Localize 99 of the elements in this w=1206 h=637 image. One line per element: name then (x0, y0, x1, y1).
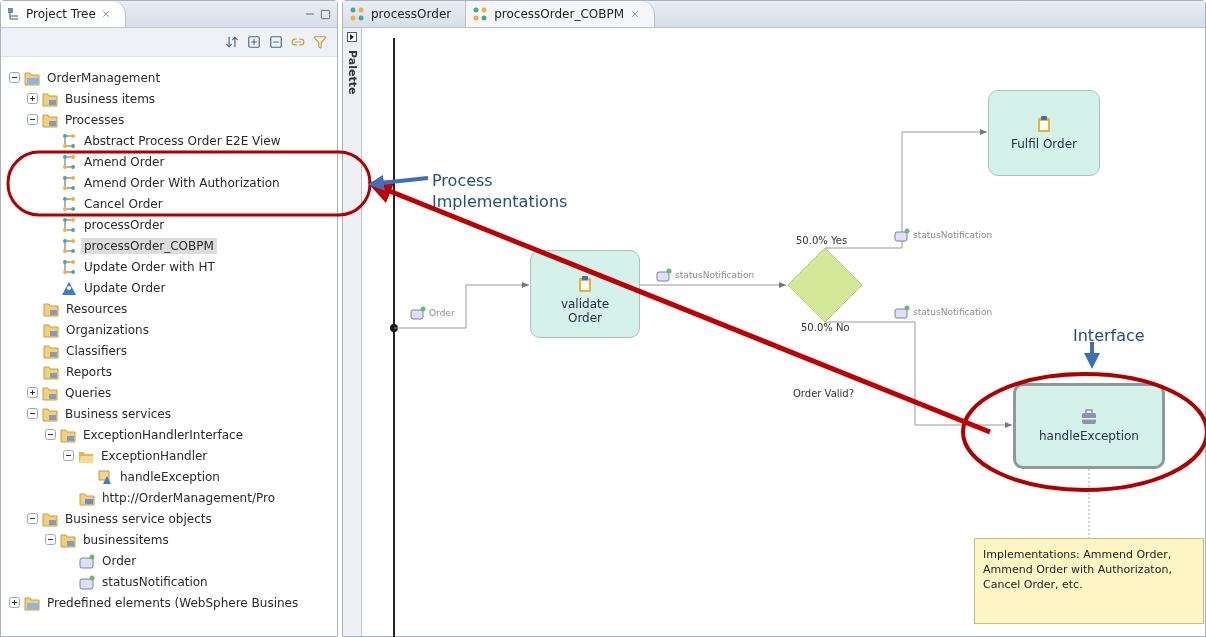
tree-item[interactable]: Resources (63, 300, 131, 317)
expand-arrow-icon[interactable] (347, 32, 357, 42)
close-icon[interactable] (630, 9, 641, 19)
data-label: statusNotification (913, 307, 993, 317)
callout-label: Interface (1073, 325, 1145, 346)
folder-icon (42, 405, 58, 422)
tree-item[interactable]: processOrder (81, 216, 168, 233)
process-icon (61, 174, 77, 191)
close-icon[interactable] (100, 9, 111, 19)
task-node[interactable]: validate Order (530, 250, 640, 338)
clipboard-icon (1037, 115, 1051, 133)
project-folder-icon (24, 69, 40, 86)
expand-toggle[interactable] (27, 387, 38, 398)
process-icon (61, 237, 77, 254)
expand-all-icon[interactable] (247, 35, 261, 49)
data-label: statusNotification (675, 270, 755, 280)
editor-tab[interactable]: processOrder_COBPM (466, 1, 656, 27)
data-label: Order (429, 308, 455, 318)
branch-label: 50.0% Yes (796, 235, 848, 246)
tree-item[interactable]: Amend Order With Authorization (81, 174, 283, 191)
decision-label: Order Valid? (793, 388, 854, 399)
tree-item[interactable]: http://OrderManagement/Pro (99, 489, 278, 506)
folder-icon (42, 111, 58, 128)
maximize-icon[interactable] (320, 8, 331, 20)
operation-icon (97, 468, 113, 485)
node-label: Fulfil Order (1011, 137, 1077, 151)
data-object-icon (410, 306, 426, 320)
callout-arrow (1084, 342, 1100, 369)
tree-item[interactable]: Business items (62, 90, 159, 107)
collapse-toggle[interactable] (45, 429, 56, 440)
collapse-toggle[interactable] (27, 513, 38, 524)
folder-icon (43, 300, 59, 317)
process-icon (472, 6, 489, 22)
tree-item[interactable]: Business services (62, 405, 174, 422)
node-label: validate Order (559, 297, 611, 325)
project-tree-tab[interactable]: Project Tree (1, 1, 126, 27)
data-object-icon (79, 552, 95, 569)
collapse-toggle[interactable] (63, 450, 74, 461)
tree-item[interactable]: processOrder_COBPM (81, 237, 217, 254)
start-dot (390, 324, 398, 332)
briefcase-icon (1081, 409, 1097, 425)
folder-icon (42, 510, 58, 527)
task-node[interactable]: Fulfil Order (988, 90, 1100, 176)
tree-item[interactable]: Business service objects (62, 510, 215, 527)
data-label: statusNotification (913, 230, 993, 240)
tree-item[interactable]: businessitems (80, 531, 172, 548)
folder-icon (42, 384, 58, 401)
tree-item[interactable]: Cancel Order (81, 195, 166, 212)
note: Implementations: Ammend Order, Ammend Order with Authorizaton, Cancel Order, etc. (974, 538, 1204, 624)
node-label: handleException (1039, 429, 1139, 443)
expand-toggle[interactable] (27, 93, 38, 104)
process-icon (349, 6, 365, 22)
collapse-toggle[interactable] (9, 72, 20, 83)
data-object-icon (894, 305, 910, 319)
tree-item[interactable]: statusNotification (99, 573, 211, 590)
tree-item[interactable]: Processes (62, 111, 128, 128)
tree-item[interactable]: Update Order with HT (81, 258, 218, 275)
view-title: Project Tree (26, 7, 96, 21)
palette-label[interactable]: Palette (345, 50, 359, 95)
callout-label: Process Implementations (432, 170, 569, 212)
tree-item[interactable]: Abstract Process Order E2E View (81, 132, 284, 149)
tree-item[interactable]: handleException (117, 468, 223, 485)
tree-icon (7, 7, 21, 21)
project-folder-icon (24, 594, 40, 611)
tree-item[interactable]: Update Order (81, 279, 169, 296)
data-object-icon (79, 573, 95, 590)
folder-icon (60, 426, 76, 443)
expand-toggle[interactable] (9, 597, 20, 608)
tree-item[interactable]: Classifiers (63, 342, 131, 359)
data-object-icon (656, 268, 672, 282)
process-icon (61, 132, 77, 149)
sort-icon[interactable] (225, 35, 239, 49)
folder-icon (43, 321, 59, 338)
process-icon (61, 216, 77, 233)
clipboard-icon (578, 275, 592, 293)
tree-item[interactable]: OrderManagement (44, 69, 164, 86)
tree-item[interactable]: Reports (63, 363, 116, 380)
process-icon (61, 153, 77, 170)
collapse-toggle[interactable] (27, 408, 38, 419)
folder-icon (42, 90, 58, 107)
tree-item[interactable]: ExceptionHandler (98, 447, 211, 464)
tree-item[interactable]: Queries (62, 384, 115, 401)
collapse-all-icon[interactable] (269, 35, 283, 49)
folder-icon (43, 342, 59, 359)
branch-label: 50.0% No (801, 322, 850, 333)
data-object-icon (894, 228, 910, 242)
collapse-toggle[interactable] (27, 114, 38, 125)
tree-item[interactable]: Order (99, 552, 140, 569)
process-icon (61, 195, 77, 212)
tree-item[interactable]: ExceptionHandlerInterface (80, 426, 247, 443)
process-icon (61, 258, 77, 275)
folder-icon (60, 531, 76, 548)
task-node[interactable]: handleException (1013, 383, 1165, 469)
tree-item[interactable]: Amend Order (81, 153, 168, 170)
tree-item[interactable]: Predefined elements (WebSphere Busines (44, 594, 302, 611)
collapse-toggle[interactable] (45, 534, 56, 545)
note-connector (1088, 468, 1090, 539)
folder-icon (43, 363, 59, 380)
tree-item[interactable]: Organizations (63, 321, 152, 338)
